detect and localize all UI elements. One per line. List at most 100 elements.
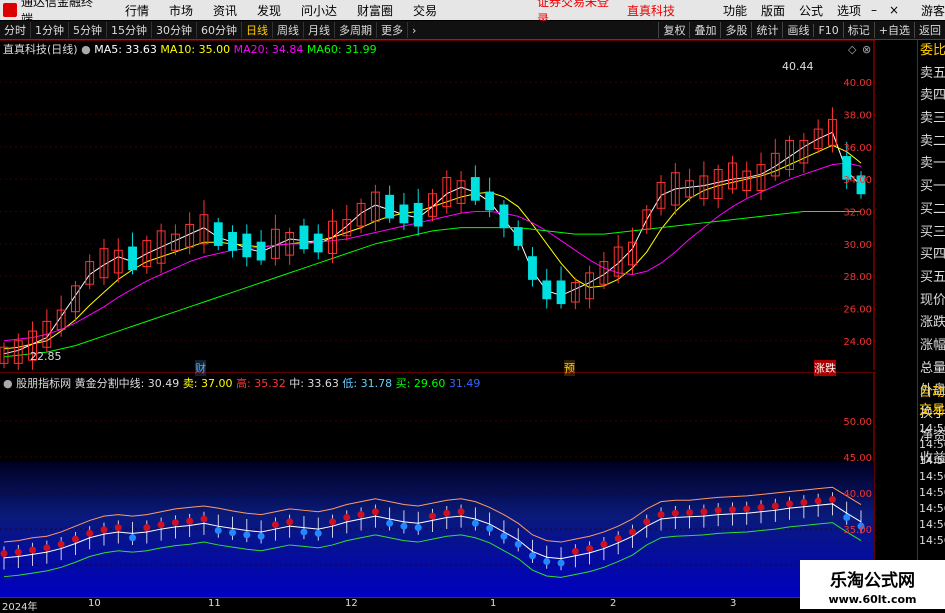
buy-value: 买: 29.60: [395, 377, 446, 390]
menu-item-layout[interactable]: 版面: [761, 2, 785, 19]
indicator-dot: [657, 511, 665, 519]
period-daily[interactable]: 日线: [242, 22, 273, 38]
indicator-dot: [129, 534, 137, 542]
indicator-dot: [771, 502, 779, 510]
y-tick-label: 24.00: [843, 337, 872, 348]
toolbar-statistics[interactable]: 统计: [751, 22, 782, 38]
menu-item-market-quotes[interactable]: 行情: [125, 2, 149, 19]
quote-side-item[interactable]: 卖二: [918, 131, 945, 154]
indicator-dot: [71, 535, 79, 543]
indicator-dot: [814, 497, 822, 505]
period-60min[interactable]: 60分钟: [197, 22, 242, 38]
period-timeshare[interactable]: 分时: [0, 22, 31, 38]
toolbar-restore-rights[interactable]: 复权: [658, 22, 689, 38]
toolbar-overlay[interactable]: 叠加: [689, 22, 720, 38]
quote-side-item[interactable]: 总量: [918, 358, 945, 381]
indicator-dot: [757, 503, 765, 511]
quote-side-item[interactable]: 现价: [918, 290, 945, 313]
y-tick-label: 35.00: [843, 525, 872, 536]
candle-body: [399, 204, 409, 224]
menu-item-function[interactable]: 功能: [723, 2, 747, 19]
y-tick-label: 40.00: [843, 78, 872, 89]
sell-value: 卖: 37.00: [182, 377, 233, 390]
indicator-dot: [386, 519, 394, 527]
minimize-icon[interactable]: –: [867, 3, 881, 17]
toolbar-draw-line[interactable]: 画线: [782, 22, 813, 38]
quote-side-item[interactable]: 卖四: [918, 85, 945, 108]
toolbar-add-watchlist[interactable]: +自选: [873, 22, 914, 38]
candlestick-chart[interactable]: 40.00 38.00 36.00 34.00 32.00 30.00 28.00 26.00…: [0, 40, 875, 370]
indicator-dot: [257, 532, 265, 540]
quote-side-item[interactable]: 买一: [918, 176, 945, 199]
toolbar-f10[interactable]: F10: [813, 23, 842, 37]
quote-side-item[interactable]: 涨跌: [918, 312, 945, 335]
indicator-dot: [300, 528, 308, 536]
y-tick-label: 28.00: [843, 272, 872, 283]
menu-item-discover[interactable]: 发现: [257, 2, 281, 19]
period-30min[interactable]: 30分钟: [152, 22, 197, 38]
indicator-dot: [571, 547, 579, 555]
indicator-dot: [786, 500, 794, 508]
trade-side-item: 自动: [919, 385, 945, 400]
user-label[interactable]: 游客: [921, 2, 945, 19]
period-15min[interactable]: 15分钟: [107, 22, 152, 38]
toolbar-mark[interactable]: 标记: [842, 22, 874, 38]
menu-item-formula[interactable]: 公式: [799, 2, 823, 19]
menu-item-market[interactable]: 市场: [169, 2, 193, 19]
candle-body: [556, 280, 566, 305]
settings-circle-icon[interactable]: ●: [81, 43, 91, 56]
indicator-dot: [700, 508, 708, 516]
period-weekly[interactable]: 周线: [273, 22, 304, 38]
indicator-dot: [357, 511, 365, 519]
low-price-label: 22.85: [30, 350, 62, 363]
close-icon[interactable]: ×: [887, 3, 901, 17]
quote-side-item[interactable]: 买二: [918, 199, 945, 222]
quote-side-item[interactable]: 卖五: [918, 63, 945, 86]
indicator-dot: [329, 518, 337, 526]
quote-side-item[interactable]: 买三: [918, 222, 945, 245]
candle-body: [385, 194, 395, 219]
quote-side-item[interactable]: 委比: [918, 40, 945, 63]
candle-body: [256, 241, 266, 261]
menu-item-wealth-circle[interactable]: 财富圈: [357, 2, 393, 19]
y-tick-label: 26.00: [843, 304, 872, 315]
indicator-dot: [671, 509, 679, 517]
indicator-chart[interactable]: 50.0045.0040.0035.0030.00: [0, 372, 875, 597]
quote-side-item[interactable]: 卖一: [918, 153, 945, 176]
date-label: 11: [208, 598, 221, 609]
ma20-value: MA20: 34.84: [233, 43, 304, 56]
toolbar-multi-stock[interactable]: 多股: [720, 22, 751, 38]
menu-item-news[interactable]: 资讯: [213, 2, 237, 19]
y-tick-label: 50.00: [843, 417, 872, 428]
y-tick-label: 45.00: [843, 453, 872, 464]
quote-side-item[interactable]: 涨幅: [918, 335, 945, 358]
period-monthly[interactable]: 月线: [304, 22, 335, 38]
quote-side-item[interactable]: 卖三: [918, 108, 945, 131]
candle-body: [313, 233, 323, 253]
close-panel-icon[interactable]: ⊗: [862, 43, 871, 56]
menu-item-options[interactable]: 选项: [837, 2, 861, 19]
indicator-dot: [800, 498, 808, 506]
y-tick-label: 36.00: [843, 143, 872, 154]
indicator-dot: [400, 522, 408, 530]
site-watermark: 乐淘公式网 www.60lt.com: [800, 560, 945, 609]
quote-side-item[interactable]: 买四: [918, 244, 945, 267]
candle-body: [485, 191, 495, 211]
indicator-dot: [186, 517, 194, 525]
period-multi[interactable]: 多周期: [335, 22, 377, 38]
period-more[interactable]: 更多: [377, 22, 408, 38]
period-5min[interactable]: 5分钟: [69, 22, 107, 38]
menu-item-ask[interactable]: 问小达: [301, 2, 337, 19]
period-1min[interactable]: 1分钟: [31, 22, 69, 38]
indicator-dot: [500, 532, 508, 540]
ma60-value: MA60: 31.99: [306, 43, 377, 56]
ma10-value: MA10: 35.00: [160, 43, 231, 56]
indicator-dot: [686, 508, 694, 516]
y-tick-label: 40.00: [843, 489, 872, 500]
indicator-settings-icon[interactable]: ●: [3, 377, 13, 390]
chevron-right-icon[interactable]: ›: [408, 24, 420, 37]
collapse-diamond-icon[interactable]: ◇: [848, 43, 856, 56]
quote-side-item[interactable]: 买五: [918, 267, 945, 290]
menu-item-trade[interactable]: 交易: [413, 2, 437, 19]
toolbar-back[interactable]: 返回: [914, 22, 945, 38]
